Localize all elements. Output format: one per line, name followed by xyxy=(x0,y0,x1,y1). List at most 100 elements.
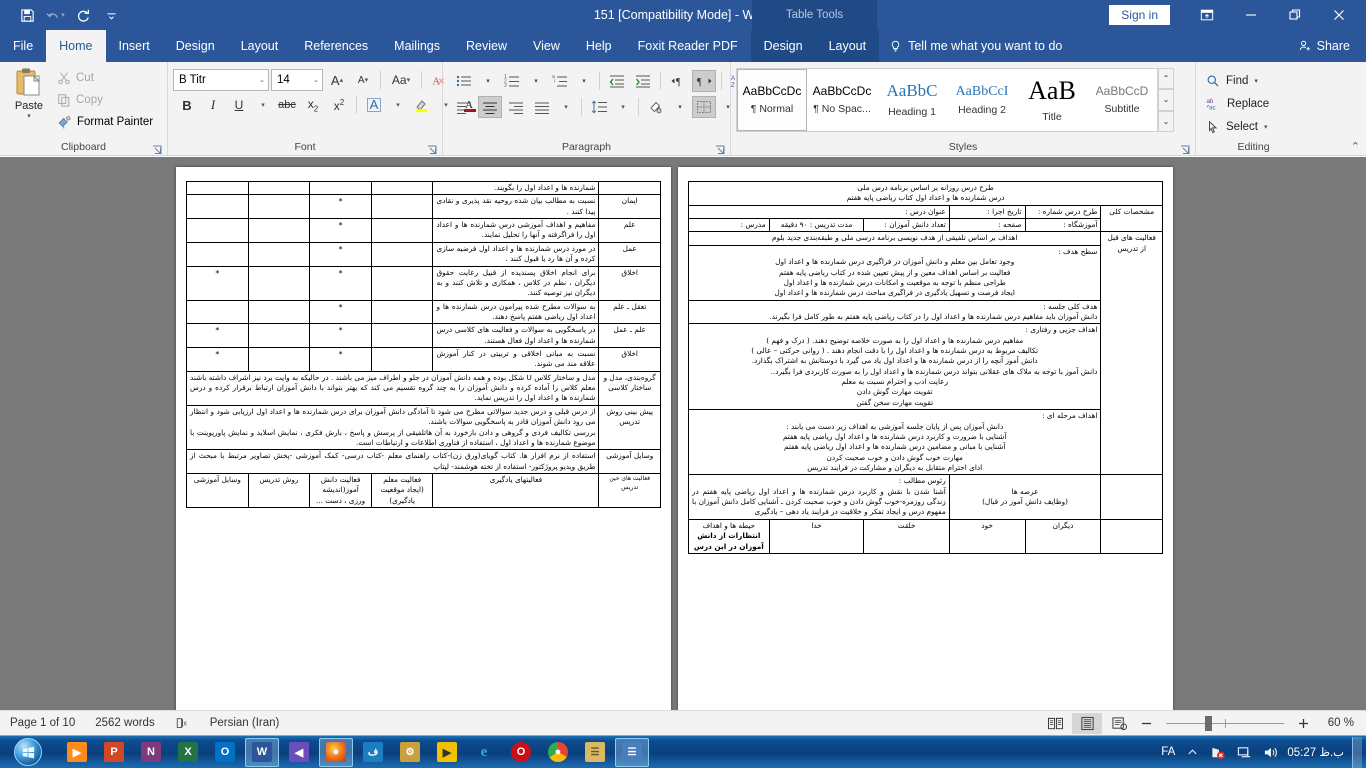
text-effects-dropdown-icon[interactable]: ▾ xyxy=(388,94,408,116)
borders-icon[interactable] xyxy=(692,96,716,118)
bold-icon[interactable]: B xyxy=(175,94,199,116)
bullets-dropdown-icon[interactable]: ▾ xyxy=(478,70,498,92)
tab-help[interactable]: Help xyxy=(573,30,625,62)
find-dropdown-icon[interactable]: ▾ xyxy=(1254,77,1258,85)
justify-dropdown-icon[interactable]: ▾ xyxy=(556,96,576,118)
undo-icon[interactable]: ▾ xyxy=(42,3,68,27)
taskbar-player-2[interactable]: ▶ xyxy=(430,738,464,767)
shrink-font-icon[interactable]: A ▾ xyxy=(351,69,375,91)
strikethrough-icon[interactable]: abc xyxy=(275,94,299,116)
zoom-out-button[interactable] xyxy=(1136,717,1157,730)
share-button[interactable]: Share xyxy=(1298,30,1366,62)
select-button[interactable]: Select ▾ xyxy=(1201,116,1274,137)
collapse-ribbon-icon[interactable]: ⌃ xyxy=(1351,140,1360,153)
text-highlight-color-icon[interactable] xyxy=(410,94,434,116)
numbering-icon[interactable]: 123 xyxy=(500,70,524,92)
customize-qat-icon[interactable] xyxy=(98,3,124,27)
underline-icon[interactable]: U xyxy=(227,94,251,116)
decrease-indent-icon[interactable] xyxy=(605,70,629,92)
paste-dropdown-icon[interactable]: ▾ xyxy=(27,112,31,120)
taskbar-opera[interactable]: O xyxy=(504,738,538,767)
line-spacing-dropdown-icon[interactable]: ▾ xyxy=(613,96,633,118)
ribbon-display-options-icon[interactable] xyxy=(1186,0,1228,30)
taskbar-powerpoint[interactable]: P xyxy=(97,738,131,767)
numbering-dropdown-icon[interactable]: ▾ xyxy=(526,70,546,92)
taskbar-notepad[interactable]: ☰ xyxy=(578,738,612,767)
proofing-status[interactable]: x xyxy=(165,716,200,730)
taskbar-dictionary[interactable]: ف xyxy=(356,738,390,767)
taskbar-word[interactable]: W xyxy=(245,737,279,767)
tell-me-box[interactable]: Tell me what you want to do xyxy=(879,30,1072,62)
minimize-icon[interactable] xyxy=(1230,0,1272,30)
redo-icon[interactable] xyxy=(70,3,96,27)
tab-design[interactable]: Design xyxy=(163,30,228,62)
styles-gallery[interactable]: AaBbCcDc ¶ Normal AaBbCcDc ¶ No Spac... … xyxy=(736,68,1158,132)
style-no-spacing[interactable]: AaBbCcDc ¶ No Spac... xyxy=(807,69,877,131)
word-count[interactable]: 2562 words xyxy=(85,717,164,729)
rtl-text-direction-icon[interactable]: ¶ xyxy=(692,70,716,92)
subscript-icon[interactable]: x2 xyxy=(301,94,325,116)
styles-dialog-launcher[interactable] xyxy=(1180,143,1191,154)
taskbar-installer[interactable]: ⚙ xyxy=(393,738,427,767)
page-indicator[interactable]: Page 1 of 10 xyxy=(0,717,85,729)
tab-table-design[interactable]: Design xyxy=(750,30,816,62)
taskbar-movie-maker[interactable]: ◀ xyxy=(282,738,316,767)
taskbar-excel[interactable]: X xyxy=(171,738,205,767)
italic-icon[interactable]: I xyxy=(201,94,225,116)
font-name-chevron-down-icon[interactable]: ⌄ xyxy=(259,76,265,84)
close-icon[interactable] xyxy=(1318,0,1360,30)
text-effects-icon[interactable]: A xyxy=(362,94,386,116)
style-title[interactable]: AaB Title xyxy=(1017,69,1087,131)
styles-scroll-up-icon[interactable]: ⌃ xyxy=(1158,68,1174,90)
language-indicator-tray[interactable]: FA xyxy=(1161,746,1175,758)
zoom-percent-label[interactable]: 60 % xyxy=(1316,717,1354,729)
cut-button[interactable]: Cut xyxy=(53,68,157,88)
network-icon[interactable] xyxy=(1209,743,1227,761)
style-subtitle[interactable]: AaBbCcD Subtitle xyxy=(1087,69,1157,131)
tab-foxit-reader-pdf[interactable]: Foxit Reader PDF xyxy=(625,30,751,62)
document-canvas[interactable]: طرح درس روزانه بر اساس برنامه درس ملی در… xyxy=(0,157,1366,710)
format-painter-button[interactable]: Format Painter xyxy=(53,112,157,132)
paragraph-dialog-launcher[interactable] xyxy=(715,143,726,154)
taskbar-onenote[interactable]: N xyxy=(134,738,168,767)
clipboard-dialog-launcher[interactable] xyxy=(152,143,163,154)
styles-more-icon[interactable]: ⌄ xyxy=(1158,110,1174,132)
show-desktop-button[interactable] xyxy=(1352,736,1362,768)
taskbar-outlook[interactable]: O xyxy=(208,738,242,767)
taskbar-chrome[interactable]: ● xyxy=(541,738,575,767)
grow-font-icon[interactable]: A ▴ xyxy=(325,69,349,91)
font-name-combo[interactable]: B Titr ⌄ xyxy=(173,69,269,91)
style-heading-1[interactable]: AaBbC Heading 1 xyxy=(877,69,947,131)
zoom-in-button[interactable] xyxy=(1293,717,1314,730)
styles-scroll-down-icon[interactable]: ⌄ xyxy=(1158,89,1174,111)
select-dropdown-icon[interactable]: ▾ xyxy=(1264,123,1268,131)
align-right-icon[interactable] xyxy=(504,96,528,118)
change-case-icon[interactable]: Aa ▾ xyxy=(386,69,416,91)
document-page-right[interactable]: طرح درس روزانه بر اساس برنامه درس ملی در… xyxy=(678,167,1173,710)
paste-button[interactable]: Paste ▾ xyxy=(5,65,53,120)
taskbar-internet-explorer[interactable]: e xyxy=(467,738,501,767)
tab-mailings[interactable]: Mailings xyxy=(381,30,453,62)
increase-indent-icon[interactable] xyxy=(631,70,655,92)
clock[interactable]: 05:27 ب.ظ xyxy=(1287,745,1344,759)
find-button[interactable]: Find ▾ xyxy=(1201,70,1274,91)
replace-button[interactable]: ab ac Replace xyxy=(1201,93,1274,114)
tab-layout[interactable]: Layout xyxy=(228,30,292,62)
style-normal[interactable]: AaBbCcDc ¶ Normal xyxy=(737,69,807,131)
font-size-chevron-down-icon[interactable]: ⌄ xyxy=(313,76,319,84)
tab-table-layout[interactable]: Layout xyxy=(815,30,880,62)
zoom-slider[interactable] xyxy=(1166,713,1284,734)
print-layout-button[interactable] xyxy=(1072,712,1102,734)
tab-insert[interactable]: Insert xyxy=(106,30,163,62)
start-button[interactable] xyxy=(2,737,54,768)
sign-in-button[interactable]: Sign in xyxy=(1109,5,1170,25)
tab-file[interactable]: File xyxy=(0,30,46,62)
justify-icon[interactable] xyxy=(530,96,554,118)
action-center-icon[interactable] xyxy=(1235,743,1253,761)
tab-view[interactable]: View xyxy=(520,30,573,62)
tab-home[interactable]: Home xyxy=(46,30,106,62)
web-layout-button[interactable] xyxy=(1104,713,1134,734)
taskbar-winrar[interactable]: ☰ xyxy=(615,737,649,767)
volume-icon[interactable] xyxy=(1261,743,1279,761)
multilevel-list-dropdown-icon[interactable]: ▾ xyxy=(574,70,594,92)
